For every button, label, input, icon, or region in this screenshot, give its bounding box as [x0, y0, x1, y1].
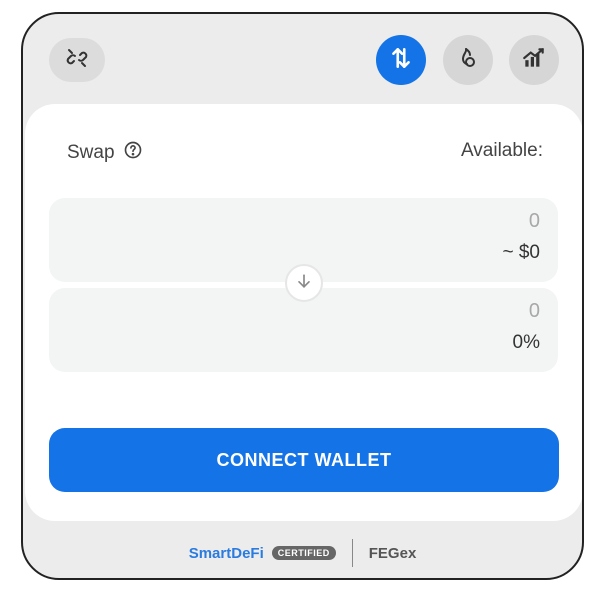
smartdefi-logo-defi: DeFi: [231, 544, 264, 562]
swap-mode-button[interactable]: [376, 35, 426, 85]
available-label: Available:: [460, 140, 543, 161]
unlink-icon: [65, 46, 89, 75]
switch-direction-button[interactable]: [285, 264, 323, 302]
footer-divider: [351, 539, 353, 567]
disconnect-button[interactable]: [49, 38, 105, 82]
certified-badge: CERTIFIED: [271, 546, 336, 560]
chart-button[interactable]: [509, 35, 559, 85]
flame-icon: [456, 46, 480, 75]
smartdefi-logo[interactable]: SmartDeFi: [189, 545, 264, 562]
top-toolbar: [23, 14, 582, 106]
swap-vertical-icon: [388, 45, 414, 76]
question-circle-icon[interactable]: [123, 140, 143, 166]
from-amount-value[interactable]: 0: [529, 210, 540, 233]
footer: SmartDeFi CERTIFIED FEGex: [23, 536, 582, 570]
swap-card: Swap Available: 0 ~ $0 0 0% CONNECT WALL…: [25, 104, 582, 521]
smartdefi-logo-smart: Smart: [188, 544, 232, 562]
to-percent-value: 0%: [512, 332, 540, 353]
from-usd-value: ~ $0: [502, 242, 540, 263]
fegex-logo[interactable]: FEGex: [369, 545, 417, 562]
swap-title-text: Swap: [67, 142, 115, 163]
swap-title: Swap: [67, 140, 143, 166]
to-amount-value[interactable]: 0: [529, 300, 540, 323]
chart-up-icon: [521, 45, 547, 76]
swap-widget: Swap Available: 0 ~ $0 0 0% CONNECT WALL…: [21, 12, 584, 580]
arrow-down-icon: [294, 271, 314, 296]
connect-wallet-button[interactable]: CONNECT WALLET: [49, 428, 559, 492]
burn-button[interactable]: [443, 35, 493, 85]
